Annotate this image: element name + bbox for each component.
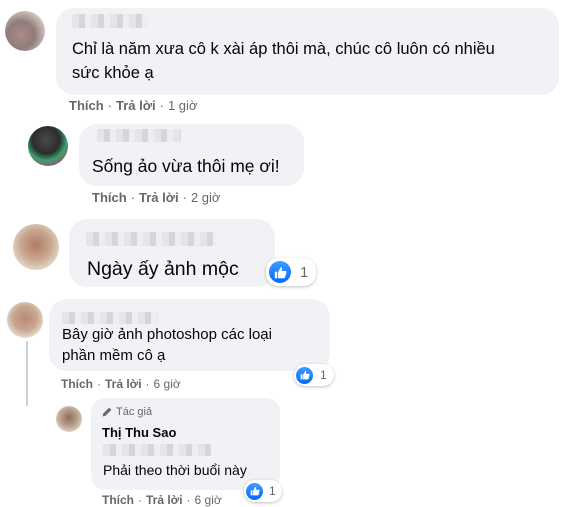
reaction-count: 1 [269,484,276,498]
avatar[interactable] [5,11,45,51]
thread-line [26,341,28,406]
comment-text-line: Bây giờ ảnh photoshop các loại [62,326,272,343]
reply-link[interactable]: Trả lời [146,493,183,507]
comment-text-line: Chỉ là năm xưa cô k xài áp thôi mà, chúc… [72,40,495,58]
commenter-name-blurred[interactable] [72,14,148,28]
thumbs-up-icon [269,261,291,283]
like-link[interactable]: Thích [102,493,134,507]
separator: · [159,98,164,113]
thumbs-up-icon [246,482,263,500]
separator: · [145,377,150,391]
comment-actions: Thích · Trả lời · 2 giờ [92,190,220,205]
reaction-summary[interactable]: 1 [266,258,316,286]
author-name[interactable]: Thị Thu Sao [102,425,176,440]
comment-actions: Thích · Trả lời · 6 giờ [61,377,181,391]
comment-text-line: Sống ảo vừa thôi mẹ ơi! [92,156,280,176]
reaction-summary[interactable]: 1 [294,364,334,386]
reply-link[interactable]: Trả lời [139,190,179,205]
avatar[interactable] [28,126,68,166]
commenter-name-blurred[interactable] [62,312,158,324]
reply-link[interactable]: Trả lời [105,377,142,391]
commenter-name-blurred[interactable] [97,129,181,142]
separator: · [107,98,113,113]
like-link[interactable]: Thích [92,190,127,205]
separator: · [138,493,142,507]
author-badge: Tác giả [102,406,152,418]
timestamp[interactable]: 2 giờ [191,190,221,205]
separator: · [130,190,136,205]
comment-text-line: Phải theo thời buổi này [103,462,247,478]
mentioned-name-blurred[interactable] [103,444,211,456]
avatar[interactable] [7,302,43,338]
reaction-summary[interactable]: 1 [244,480,282,502]
timestamp[interactable]: 1 giờ [168,98,198,113]
avatar[interactable] [56,406,82,432]
author-badge-label: Tác giả [116,406,153,418]
timestamp[interactable]: 6 giờ [195,493,222,507]
reply-link[interactable]: Trả lời [116,98,156,113]
pencil-icon [102,407,112,417]
like-link[interactable]: Thích [69,98,104,113]
comment-actions: Thích · Trả lời · 1 giờ [69,98,197,113]
reaction-count: 1 [320,368,327,382]
timestamp[interactable]: 6 giờ [154,377,181,391]
like-link[interactable]: Thích [61,377,93,391]
separator: · [97,377,101,391]
comment-actions: Thích · Trả lời · 6 giờ [102,493,222,507]
thumbs-up-icon [296,366,313,384]
comment-text-line: phần mềm cô ạ [62,347,166,364]
avatar[interactable] [13,224,59,270]
comment-text-line: sức khỏe ạ [72,64,154,82]
separator: · [186,493,191,507]
comment-text-line: Ngày ấy ảnh mộc [87,258,239,280]
commenter-name-blurred[interactable] [86,232,216,246]
separator: · [182,190,187,205]
reaction-count: 1 [300,263,309,281]
